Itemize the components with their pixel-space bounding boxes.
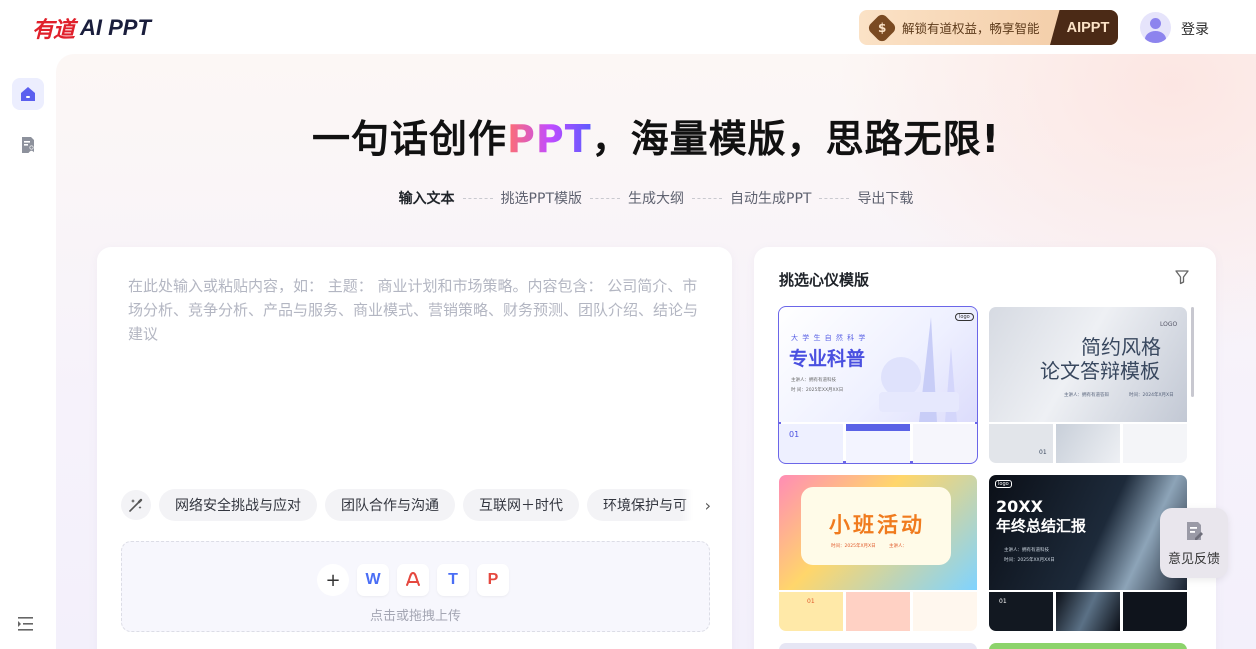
template-thumbnails: 01 [779, 424, 977, 463]
step-divider [462, 197, 493, 199]
template-cover: 小班活动 时间：2025年X月X日 主讲人： [779, 475, 977, 590]
hero-title: 一句话创作PPT，海量模版，思路无限! [56, 108, 1256, 163]
logo[interactable]: 有道 AI PPT [32, 14, 151, 43]
topic-chip[interactable]: 网络安全挑战与应对 [159, 489, 317, 521]
template-meta: 主讲人：拥有有道科技 [791, 378, 836, 383]
promo-tag: AIPPT [1050, 10, 1118, 45]
step-auto-generate: 自动生成PPT [730, 191, 812, 207]
hero-title-prefix: 一句话创作 [312, 117, 508, 161]
template-logo: logo [955, 313, 974, 321]
feedback-icon [1187, 521, 1203, 540]
filter-icon[interactable] [1174, 269, 1190, 285]
template-thumb [846, 592, 910, 631]
upload-type-row: + W T P [317, 564, 509, 596]
word-icon[interactable]: W [357, 564, 389, 596]
template-cover: 大 学 生 自 然 科 学 专业科普 主讲人：拥有有道科技 时 间：2025年X… [779, 307, 977, 422]
template-main-title: 专业科普 [789, 348, 866, 370]
template-cover: logo 20XX 年终总结汇报 主讲人：拥有有道科技 时间：2025年XX月X… [989, 475, 1187, 590]
template-meta: 主讲人： [889, 544, 907, 549]
template-thumb [913, 424, 977, 463]
template-item[interactable]: 小班活动 时间：2025年X月X日 主讲人： 01 [779, 475, 977, 631]
avatar-body [1145, 31, 1166, 43]
template-cover: LOGO 简约风格 论文答辩模板 主讲人：拥有有道答辩 时间：2024年X月X日 [989, 307, 1187, 422]
topic-suggestions: 网络安全挑战与应对 团队合作与沟通 互联网＋时代 环境保护与可 › [121, 488, 711, 522]
template-meta: 时 间：2025年XX月XX日 [791, 388, 844, 393]
hero-title-suffix: ，海量模版，思路无限! [591, 117, 1000, 161]
template-meta: 时间：2024年X月X日 [1129, 393, 1174, 398]
content-input[interactable]: 在此处输入或粘贴内容，如： 主题： 商业计划和市场策略。内容包含： 公司简介、市… [128, 274, 708, 346]
topic-chip[interactable]: 互联网＋时代 [463, 489, 579, 521]
login-link[interactable]: 登录 [1181, 19, 1209, 39]
text-icon[interactable]: T [437, 564, 469, 596]
magic-wand-icon[interactable] [121, 490, 151, 520]
top-bar: 有道 AI PPT $ 解锁有道权益，畅享智能 AIPPT 登录 [0, 0, 1256, 54]
step-indicator: 输入文本 挑选PPT模版 生成大纲 自动生成PPT 导出下载 [56, 188, 1256, 208]
template-logo: logo [995, 480, 1012, 488]
feedback-button[interactable]: 意见反馈 [1160, 508, 1228, 578]
template-thumb: 01 [989, 424, 1053, 463]
template-thumb: 01 [779, 592, 843, 631]
template-section-title: 挑选心仪模版 [779, 271, 870, 289]
template-thumb: 01 [989, 592, 1053, 631]
coin-icon: $ [866, 11, 898, 44]
logo-brand-text: 有道 [32, 17, 75, 43]
template-thumbnails: 01 [989, 424, 1187, 463]
step-input-text: 输入文本 [398, 191, 455, 207]
template-meta: 主讲人：拥有有道答辩 [1064, 393, 1109, 398]
step-export: 导出下载 [857, 191, 914, 207]
template-meta: 主讲人：拥有有道科技 [1004, 548, 1049, 553]
template-item[interactable]: LOGO 简约风格 论文答辩模板 主讲人：拥有有道答辩 时间：2024年X月X日… [989, 307, 1187, 463]
upload-label: 点击或拖拽上传 [369, 609, 461, 624]
topic-chip[interactable]: 团队合作与沟通 [325, 489, 455, 521]
ppt-icon[interactable]: P [477, 564, 509, 596]
template-thumb [846, 424, 910, 463]
step-divider [692, 197, 722, 199]
home-icon [21, 87, 35, 101]
step-generate-outline: 生成大纲 [628, 191, 684, 207]
template-item[interactable] [989, 643, 1187, 649]
chevron-right-icon[interactable]: › [681, 488, 711, 522]
template-main-title: 20XX [996, 497, 1043, 516]
step-divider [819, 197, 850, 199]
promo-text: 解锁有道权益，畅享智能 [902, 21, 1040, 36]
avatar[interactable] [1140, 12, 1171, 43]
template-item[interactable]: logo 20XX 年终总结汇报 主讲人：拥有有道科技 时间：2025年XX月X… [989, 475, 1187, 631]
promo-banner[interactable]: $ 解锁有道权益，畅享智能 AIPPT [859, 10, 1118, 45]
template-thumb [1056, 424, 1120, 463]
template-thumb [1123, 424, 1187, 463]
sidebar-item-home[interactable] [12, 78, 44, 110]
template-item[interactable] [779, 643, 977, 649]
logo-product-text: AI PPT [80, 15, 151, 40]
plus-icon[interactable]: + [317, 564, 349, 596]
upload-dropzone[interactable]: + W T P 点击或拖拽上传 [121, 541, 710, 632]
template-thumb [1123, 592, 1187, 631]
template-subtitle: 大 学 生 自 然 科 学 [791, 334, 867, 342]
step-choose-template: 挑选PPT模版 [500, 191, 582, 207]
template-logo: LOGO [1160, 321, 1178, 328]
template-card: 挑选心仪模版 大 学 生 自 然 科 学 专业科普 主讲人：拥有有道科技 时 间 [754, 247, 1216, 649]
template-main-title: 小班活动 [829, 513, 925, 537]
input-card: 在此处输入或粘贴内容，如： 主题： 商业计划和市场策略。内容包含： 公司简介、市… [97, 247, 732, 649]
template-item[interactable]: 大 学 生 自 然 科 学 专业科普 主讲人：拥有有道科技 时 间：2025年X… [778, 306, 978, 464]
step-divider [590, 197, 620, 199]
feedback-label: 意见反馈 [1167, 551, 1220, 567]
main-area: 一句话创作PPT，海量模版，思路无限! 输入文本 挑选PPT模版 生成大纲 自动… [56, 54, 1256, 649]
template-subtitle: 论文答辩模板 [1040, 359, 1160, 383]
hero-title-highlight: PPT [507, 117, 592, 161]
template-subtitle: 年终总结汇报 [996, 517, 1087, 535]
template-meta: 时间：2025年XX月XX日 [1004, 558, 1055, 563]
template-thumbnails: 01 [779, 592, 977, 631]
template-meta: 时间：2025年X月X日 [831, 544, 876, 549]
sidebar [0, 54, 56, 649]
menu-collapse-icon[interactable] [18, 616, 38, 632]
pdf-icon[interactable] [397, 564, 429, 596]
template-thumbnails: 01 [989, 592, 1187, 631]
template-thumb [913, 592, 977, 631]
sidebar-item-my-files[interactable] [12, 129, 44, 161]
template-thumb: 01 [779, 424, 843, 463]
file-user-icon [22, 137, 35, 153]
avatar-head [1150, 18, 1161, 29]
template-thumb [1056, 592, 1120, 631]
template-scrollbar[interactable] [1191, 307, 1194, 397]
